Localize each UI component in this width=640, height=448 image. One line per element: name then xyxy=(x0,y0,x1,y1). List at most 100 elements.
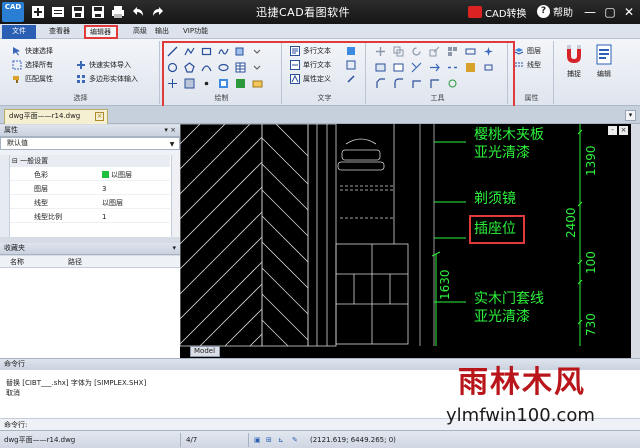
select-group-label: 选择 xyxy=(73,94,88,102)
quick-select-button[interactable]: 快速选择 xyxy=(12,46,53,56)
snap-label: 捕捉 xyxy=(567,70,581,78)
grid-status-icon[interactable]: ⊞ xyxy=(266,434,272,446)
tab-advanced[interactable]: 高级 xyxy=(128,25,152,39)
layer-button[interactable]: 图层 xyxy=(514,46,541,56)
properties-selector[interactable]: 默认值 ▼ xyxy=(0,137,180,150)
new-file-icon[interactable] xyxy=(30,4,46,20)
favorites-panel-title: 收藏夹 xyxy=(4,244,25,252)
tab-file[interactable]: 文件 xyxy=(2,25,36,39)
tab-output[interactable]: 输出 xyxy=(150,25,174,39)
pin-icon[interactable]: ▾ × xyxy=(164,125,176,136)
property-key: 线型 xyxy=(34,199,48,207)
match-properties-icon xyxy=(12,74,22,84)
property-grid: ⊟ 一般设置 色彩 以图层 图层 3 线型 以图层 线型比例 1 xyxy=(0,155,180,237)
close-tab-icon[interactable]: × xyxy=(95,112,104,121)
minimize-icon[interactable]: — xyxy=(582,4,598,20)
help-label: 帮助 xyxy=(553,8,573,19)
tab-viewer[interactable]: 查看器 xyxy=(44,25,75,39)
entity-import-icon xyxy=(76,60,86,70)
quick-select-icon xyxy=(12,46,22,56)
app-logo-text: CAD xyxy=(4,3,22,11)
status-file: dwg平面——r14.dwg xyxy=(4,436,76,444)
property-row-linetype-scale[interactable]: 线型比例 1 xyxy=(10,211,170,223)
window-title: 迅捷CAD看图软件 xyxy=(256,6,351,19)
tab-vip[interactable]: VIP功能 xyxy=(178,25,213,39)
dim-2400: 2400 xyxy=(564,207,578,238)
app-logo[interactable]: CAD xyxy=(2,2,24,22)
label-cherry-plywood: 樱桃木夹板 xyxy=(474,127,544,143)
selector-dropdown-icon[interactable]: ▼ xyxy=(167,139,177,148)
watermark-logo: 雨林木风 xyxy=(458,365,586,400)
snap-status-icon[interactable]: ▣ xyxy=(254,434,261,446)
model-tab[interactable]: Model xyxy=(190,346,220,357)
highlight-socket-label xyxy=(469,215,525,244)
favorites-panel xyxy=(0,256,180,358)
quick-entity-import-button[interactable]: 快速实体导入 xyxy=(76,60,131,70)
canvas-close-icon[interactable]: × xyxy=(619,126,628,135)
match-properties-button[interactable]: 匹配属性 xyxy=(12,74,53,84)
cad-convert-label: CAD转换 xyxy=(485,8,527,20)
undo-icon[interactable] xyxy=(130,4,146,20)
status-divider xyxy=(248,433,249,447)
property-row-layer[interactable]: 图层 3 xyxy=(10,183,170,195)
tab-list-dropdown-icon[interactable]: ▾ xyxy=(625,110,636,121)
snap-button[interactable]: 捕捉 xyxy=(561,43,587,93)
redo-icon[interactable] xyxy=(150,4,166,20)
property-row-color[interactable]: 色彩 以图层 xyxy=(10,169,170,181)
select-all-button[interactable]: 选择所有 xyxy=(12,60,53,70)
property-value: 3 xyxy=(102,185,107,193)
label-shaving-mirror: 剃须镜 xyxy=(474,191,516,207)
quick-entity-import-label: 快速实体导入 xyxy=(89,61,131,69)
command-input-label: 命令行: xyxy=(4,421,28,429)
maximize-icon[interactable]: ▢ xyxy=(602,4,618,20)
edit-document-icon xyxy=(593,43,615,67)
select-all-icon xyxy=(12,60,22,70)
edit-button[interactable]: 编辑 xyxy=(591,43,617,93)
save-icon[interactable] xyxy=(70,4,86,20)
help-button[interactable]: ? 帮助 xyxy=(537,4,573,19)
properties-selector-value: 默认值 xyxy=(7,139,28,147)
column-path[interactable]: 路径 xyxy=(68,256,82,268)
drawing-canvas[interactable]: 樱桃木夹板 亚光清漆 剃须镜 插座位 实木门套线 亚光清漆 1390 2400 … xyxy=(180,124,631,358)
ortho-status-icon[interactable]: ⊾ xyxy=(278,434,284,446)
drawing-geometry xyxy=(180,124,583,347)
label-door-trim: 实木门套线 xyxy=(474,291,544,307)
cad-convert-icon xyxy=(468,6,482,18)
document-tab-bar: dwg平面——r14.dwg × ▾ xyxy=(0,106,640,124)
open-file-icon[interactable] xyxy=(50,4,66,20)
close-icon[interactable]: ✕ xyxy=(621,4,637,20)
column-name[interactable]: 名称 xyxy=(10,256,24,268)
property-row-linetype[interactable]: 线型 以图层 xyxy=(10,197,170,209)
favorites-columns: 名称 路径 xyxy=(0,256,180,268)
property-side-strip xyxy=(0,155,10,237)
label-matte-varnish-bottom: 亚光清漆 xyxy=(474,309,530,325)
print-icon[interactable] xyxy=(110,4,126,20)
linetype-icon xyxy=(514,60,524,70)
property-key: 图层 xyxy=(34,185,48,193)
favorites-panel-header: 收藏夹 ▾ xyxy=(0,243,180,255)
favorites-pin-icon[interactable]: ▾ xyxy=(172,243,176,254)
properties-group-label: 属性 xyxy=(524,94,539,102)
dim-1630: 1630 xyxy=(438,269,452,300)
canvas-minimize-icon[interactable]: - xyxy=(608,126,617,135)
dim-1390: 1390 xyxy=(584,145,598,176)
magnet-icon xyxy=(563,43,585,67)
command-history-line: 替换 [CIBT___.shx] 字体为 [SIMPLEX.SHX] xyxy=(6,379,147,387)
cad-convert-button[interactable]: CAD转换 xyxy=(468,4,527,20)
polygon-entity-icon xyxy=(76,74,86,84)
save-as-icon[interactable] xyxy=(90,4,106,20)
category-label: 一般设置 xyxy=(20,157,49,165)
pen-status-icon[interactable]: ✎ xyxy=(292,434,298,446)
status-coordinates: (2121.619; 6449.265; 0) xyxy=(310,436,396,444)
linetype-button[interactable]: 线型 xyxy=(514,60,541,70)
document-tab[interactable]: dwg平面——r14.dwg × xyxy=(4,109,108,124)
property-key: 色彩 xyxy=(34,171,48,179)
dim-730: 730 xyxy=(584,313,598,336)
polygon-entity-input-button[interactable]: 多边形实体输入 xyxy=(76,74,138,84)
color-swatch xyxy=(102,171,109,178)
property-value: 以图层 xyxy=(111,171,132,179)
properties-scrollbar[interactable] xyxy=(171,155,180,237)
select-group: 快速选择 选择所有 匹配属性 快速实体导入 多边形实体输入 选择 xyxy=(2,41,160,104)
category-row[interactable]: ⊟ 一般设置 xyxy=(10,155,170,167)
label-matte-varnish-top: 亚光清漆 xyxy=(474,145,530,161)
